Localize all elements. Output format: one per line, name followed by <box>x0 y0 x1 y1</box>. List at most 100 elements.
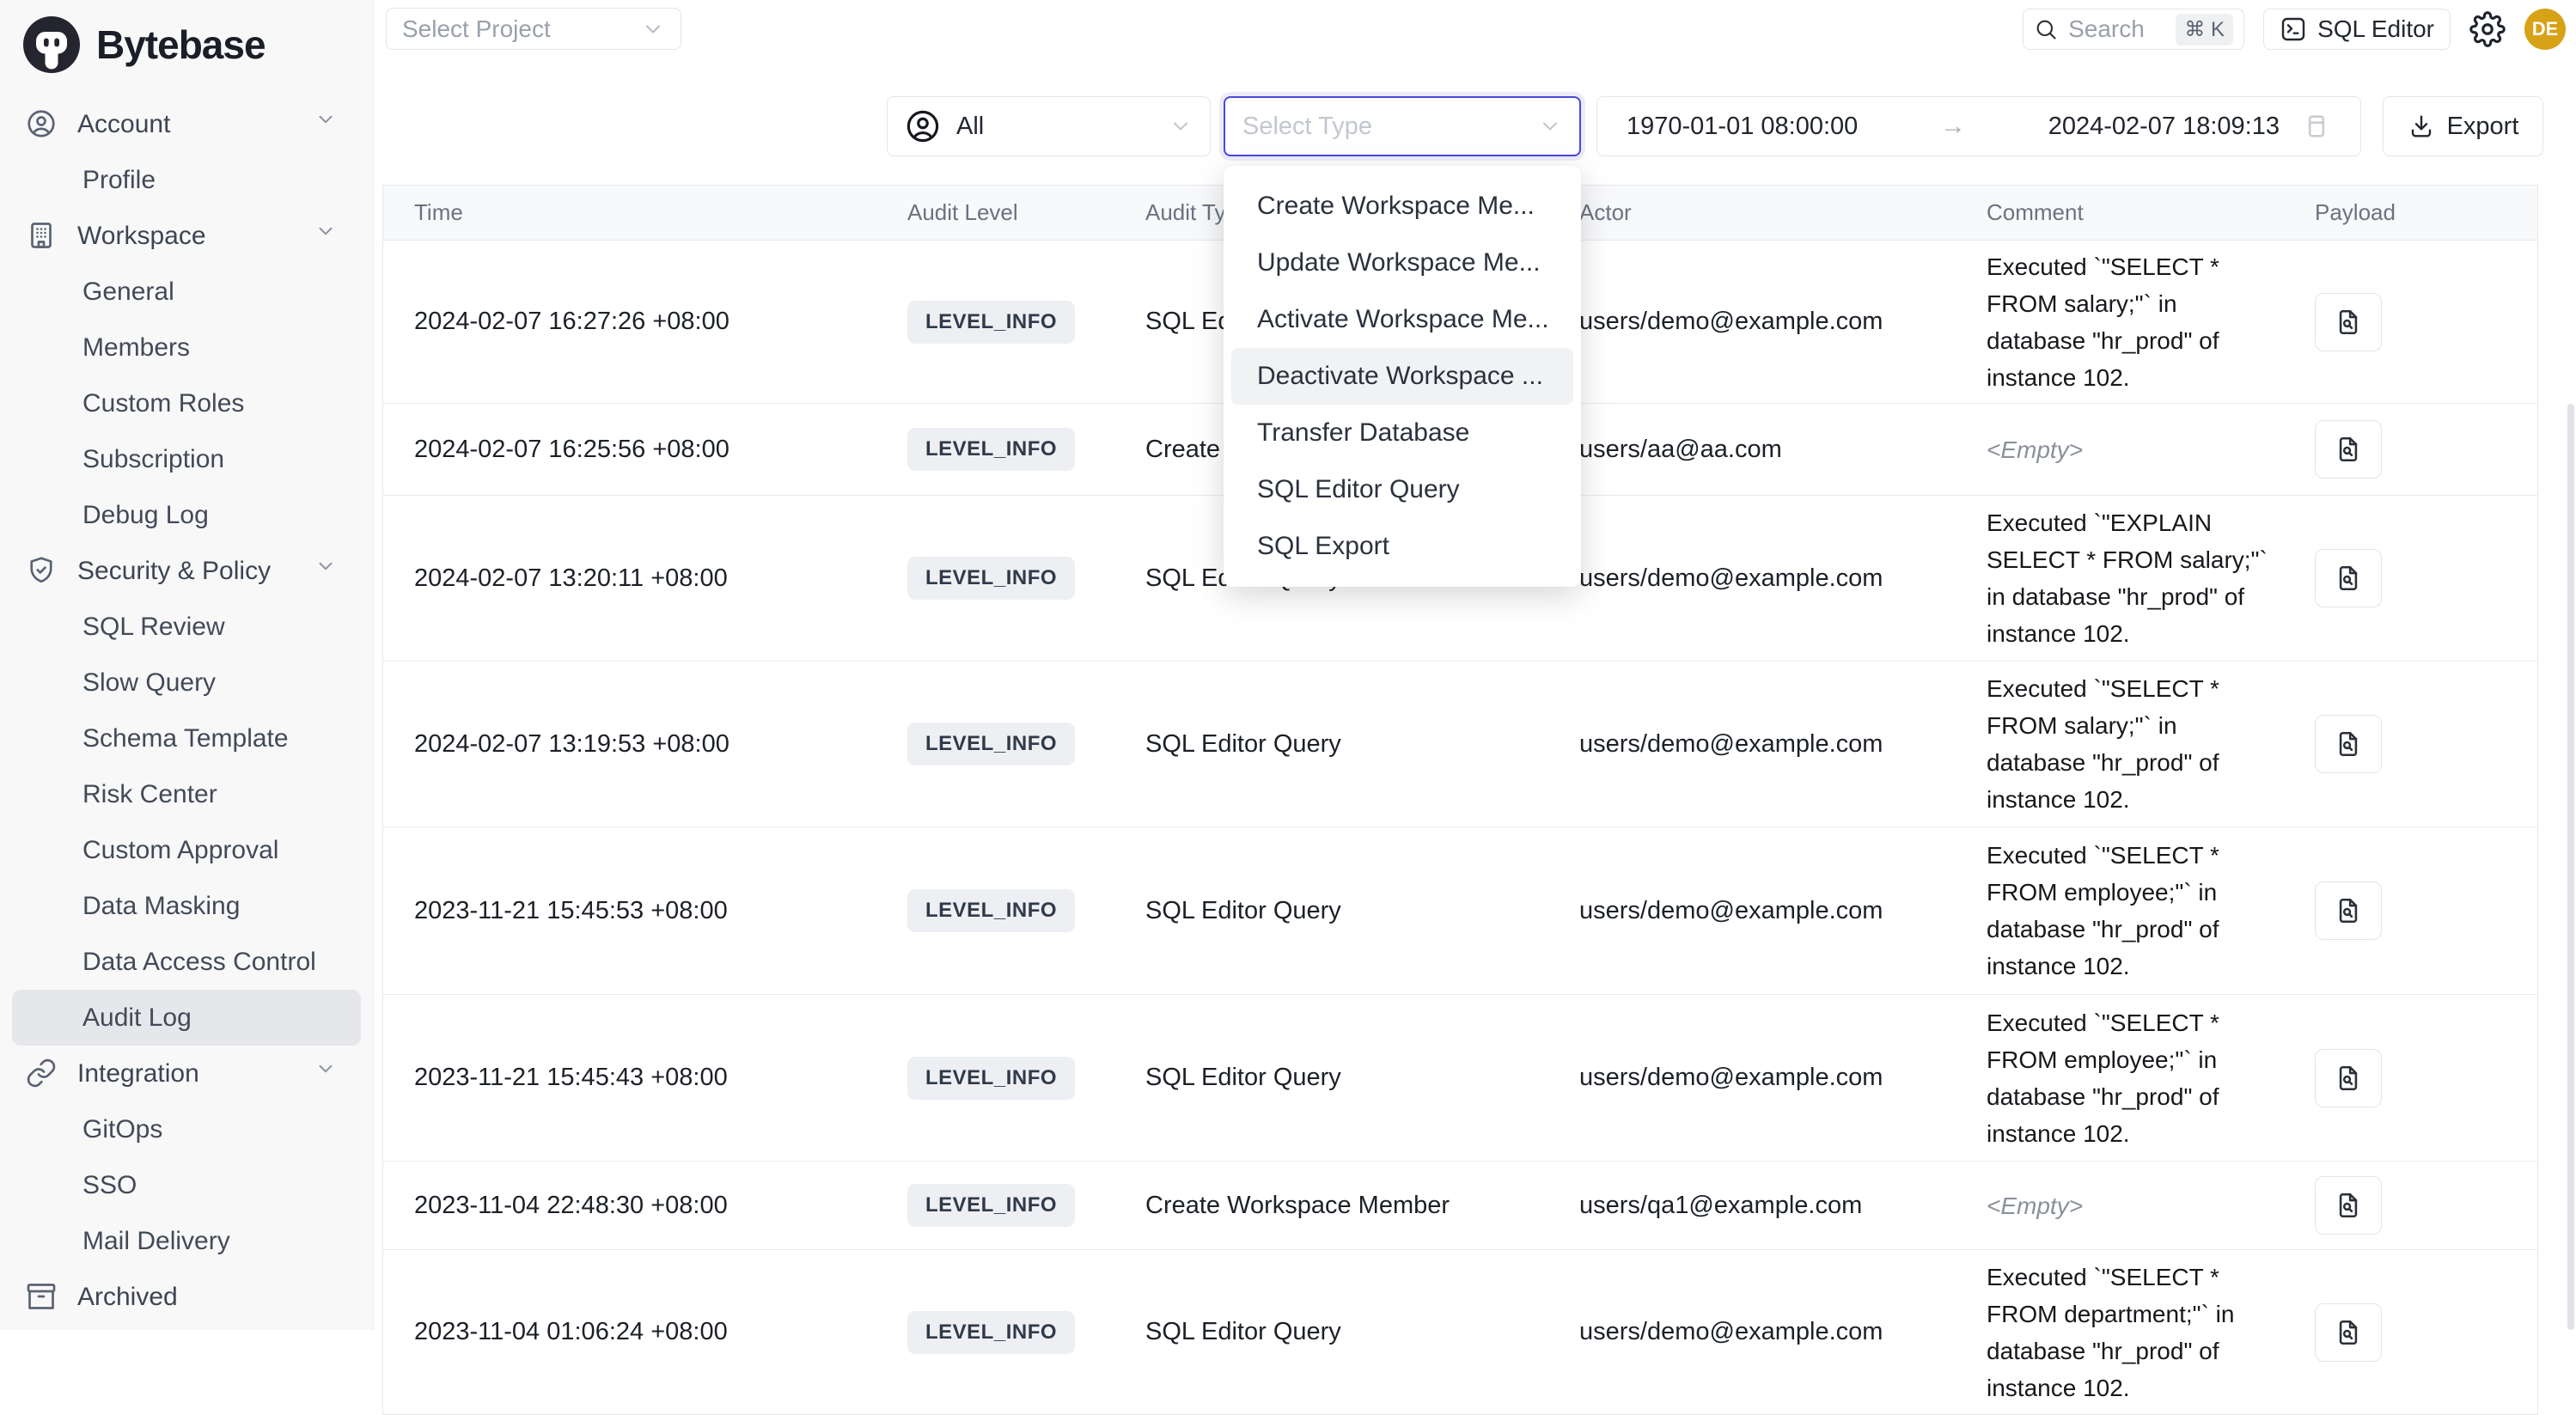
sidebar-item-sql-review[interactable]: SQL Review <box>12 599 361 655</box>
file-search-icon <box>2334 1191 2363 1220</box>
person-circle-icon <box>905 108 941 144</box>
dropdown-item-sql-editor-query[interactable]: SQL Editor Query <box>1231 461 1573 518</box>
sidebar-section-integration[interactable]: Integration <box>12 1046 361 1101</box>
user-avatar[interactable]: DE <box>2524 9 2566 50</box>
dropdown-item-create-workspace-member[interactable]: Create Workspace Me... <box>1231 178 1573 235</box>
app-logo[interactable]: Bytebase <box>0 0 373 79</box>
cell-comment: Executed `"SELECT * FROM salary;"` in da… <box>1987 248 2310 396</box>
payload-view-button[interactable] <box>2315 1049 2382 1107</box>
sidebar-item-mail-delivery[interactable]: Mail Delivery <box>12 1213 361 1269</box>
sidebar-item-subscription[interactable]: Subscription <box>12 431 361 487</box>
actor-filter-select[interactable]: All <box>887 96 1211 156</box>
user-circle-icon <box>26 108 58 141</box>
chevron-down-icon <box>314 1058 347 1090</box>
type-filter-select[interactable]: Select Type <box>1224 96 1581 156</box>
cell-time: 2024-02-07 13:19:53 +08:00 <box>383 730 907 759</box>
shield-check-icon <box>26 555 58 588</box>
dropdown-item-sql-export[interactable]: SQL Export <box>1231 518 1573 575</box>
payload-view-button[interactable] <box>2315 881 2382 940</box>
table-row: 2024-02-07 13:19:53 +08:00 LEVEL_INFO SQ… <box>383 662 2537 827</box>
sidebar-item-members[interactable]: Members <box>12 320 361 375</box>
cell-time: 2023-11-04 01:06:24 +08:00 <box>383 1318 907 1346</box>
sidebar-item-audit-log[interactable]: Audit Log <box>12 990 361 1046</box>
payload-view-button[interactable] <box>2315 715 2382 773</box>
sidebar-item-schema-template[interactable]: Schema Template <box>12 711 361 766</box>
search-input[interactable]: Search ⌘ K <box>2023 9 2244 50</box>
chevron-down-icon <box>314 220 347 253</box>
cell-payload <box>2310 1303 2537 1362</box>
gear-icon[interactable] <box>2469 11 2506 47</box>
dropdown-item-update-workspace-member[interactable]: Update Workspace Me... <box>1231 235 1573 291</box>
sidebar-item-data-masking[interactable]: Data Masking <box>12 878 361 934</box>
chevron-down-icon <box>1169 114 1193 138</box>
cell-actor: users/demo@example.com <box>1579 308 1987 336</box>
export-button[interactable]: Export <box>2383 96 2543 156</box>
chevron-down-icon <box>314 555 347 588</box>
cell-time: 2024-02-07 16:27:26 +08:00 <box>383 308 907 336</box>
sidebar-item-custom-approval[interactable]: Custom Approval <box>12 822 361 878</box>
cell-audit-type: Create Workspace Member <box>1145 1192 1579 1220</box>
sidebar-item-gitops[interactable]: GitOps <box>12 1101 361 1157</box>
terminal-icon <box>2280 15 2307 43</box>
brand-name: Bytebase <box>96 21 266 68</box>
cell-audit-level: LEVEL_INFO <box>907 1311 1145 1354</box>
sidebar-item-profile[interactable]: Profile <box>12 152 361 208</box>
search-placeholder: Search <box>2068 15 2165 43</box>
sidebar-item-custom-roles[interactable]: Custom Roles <box>12 375 361 431</box>
cell-audit-level: LEVEL_INFO <box>907 889 1145 932</box>
cell-comment: Executed `"SELECT * FROM salary;"` in da… <box>1987 670 2310 818</box>
cell-audit-type: SQL Editor Query <box>1145 1064 1579 1092</box>
cell-comment: <Empty> <box>1987 431 2310 468</box>
payload-view-button[interactable] <box>2315 420 2382 479</box>
dropdown-item-deactivate-workspace-member[interactable]: Deactivate Workspace ... <box>1231 348 1573 405</box>
search-shortcut-kbd: ⌘ K <box>2176 14 2233 46</box>
date-from-value: 1970-01-01 08:00:00 <box>1627 113 1858 141</box>
sidebar-section-workspace[interactable]: Workspace <box>12 208 361 264</box>
cell-audit-type: SQL Editor Query <box>1145 730 1579 759</box>
sql-editor-button[interactable]: SQL Editor <box>2263 9 2451 50</box>
cell-payload <box>2310 420 2537 479</box>
sidebar-section-security-policy[interactable]: Security & Policy <box>12 543 361 599</box>
dropdown-item-transfer-database[interactable]: Transfer Database <box>1231 405 1573 461</box>
cell-audit-level: LEVEL_INFO <box>907 1184 1145 1227</box>
sidebar-item-slow-query[interactable]: Slow Query <box>12 655 361 711</box>
cell-time: 2024-02-07 13:20:11 +08:00 <box>383 564 907 593</box>
sidebar-item-risk-center[interactable]: Risk Center <box>12 766 361 822</box>
cell-payload <box>2310 549 2537 607</box>
sidebar-section-account[interactable]: Account <box>12 96 361 152</box>
file-search-icon <box>2334 1318 2363 1347</box>
scrollbar[interactable] <box>2567 404 2574 1330</box>
chevron-down-icon <box>1538 114 1562 138</box>
level-badge: LEVEL_INFO <box>907 1311 1075 1354</box>
column-header-audit-level: Audit Level <box>907 199 1145 226</box>
search-icon <box>2034 17 2058 41</box>
sidebar-section-label: Workspace <box>77 222 206 251</box>
date-range-picker[interactable]: 1970-01-01 08:00:00 → 2024-02-07 18:09:1… <box>1596 96 2361 156</box>
cell-actor: users/demo@example.com <box>1579 1064 1987 1092</box>
sidebar-item-debug-log[interactable]: Debug Log <box>12 487 361 543</box>
file-search-icon <box>2334 564 2363 593</box>
project-select[interactable]: Select Project <box>386 8 681 50</box>
payload-view-button[interactable] <box>2315 1176 2382 1235</box>
chevron-down-icon <box>641 17 665 41</box>
sidebar-section-label: Archived <box>77 1283 178 1312</box>
dropdown-item-activate-workspace-member[interactable]: Activate Workspace Me... <box>1231 291 1573 348</box>
payload-view-button[interactable] <box>2315 1303 2382 1362</box>
sidebar-item-data-access-control[interactable]: Data Access Control <box>12 934 361 990</box>
payload-view-button[interactable] <box>2315 549 2382 607</box>
export-label: Export <box>2447 113 2519 141</box>
sidebar-section-archived[interactable]: Archived <box>12 1269 361 1325</box>
chevron-down-icon <box>314 108 347 141</box>
file-search-icon <box>2334 435 2363 464</box>
sidebar-item-general[interactable]: General <box>12 264 361 320</box>
arrow-right-icon: → <box>1858 112 2048 141</box>
cell-comment: Executed `"SELECT * FROM employee;"` in … <box>1987 1004 2310 1152</box>
sidebar-item-sso[interactable]: SSO <box>12 1157 361 1213</box>
level-badge: LEVEL_INFO <box>907 723 1075 765</box>
archive-icon <box>26 1281 58 1314</box>
payload-view-button[interactable] <box>2315 293 2382 351</box>
date-to-value: 2024-02-07 18:09:13 <box>2048 113 2280 141</box>
table-row: 2023-11-04 22:48:30 +08:00 LEVEL_INFO Cr… <box>383 1162 2537 1250</box>
cell-comment: Executed `"SELECT * FROM department;"` i… <box>1987 1259 2310 1406</box>
cell-audit-level: LEVEL_INFO <box>907 1057 1145 1100</box>
